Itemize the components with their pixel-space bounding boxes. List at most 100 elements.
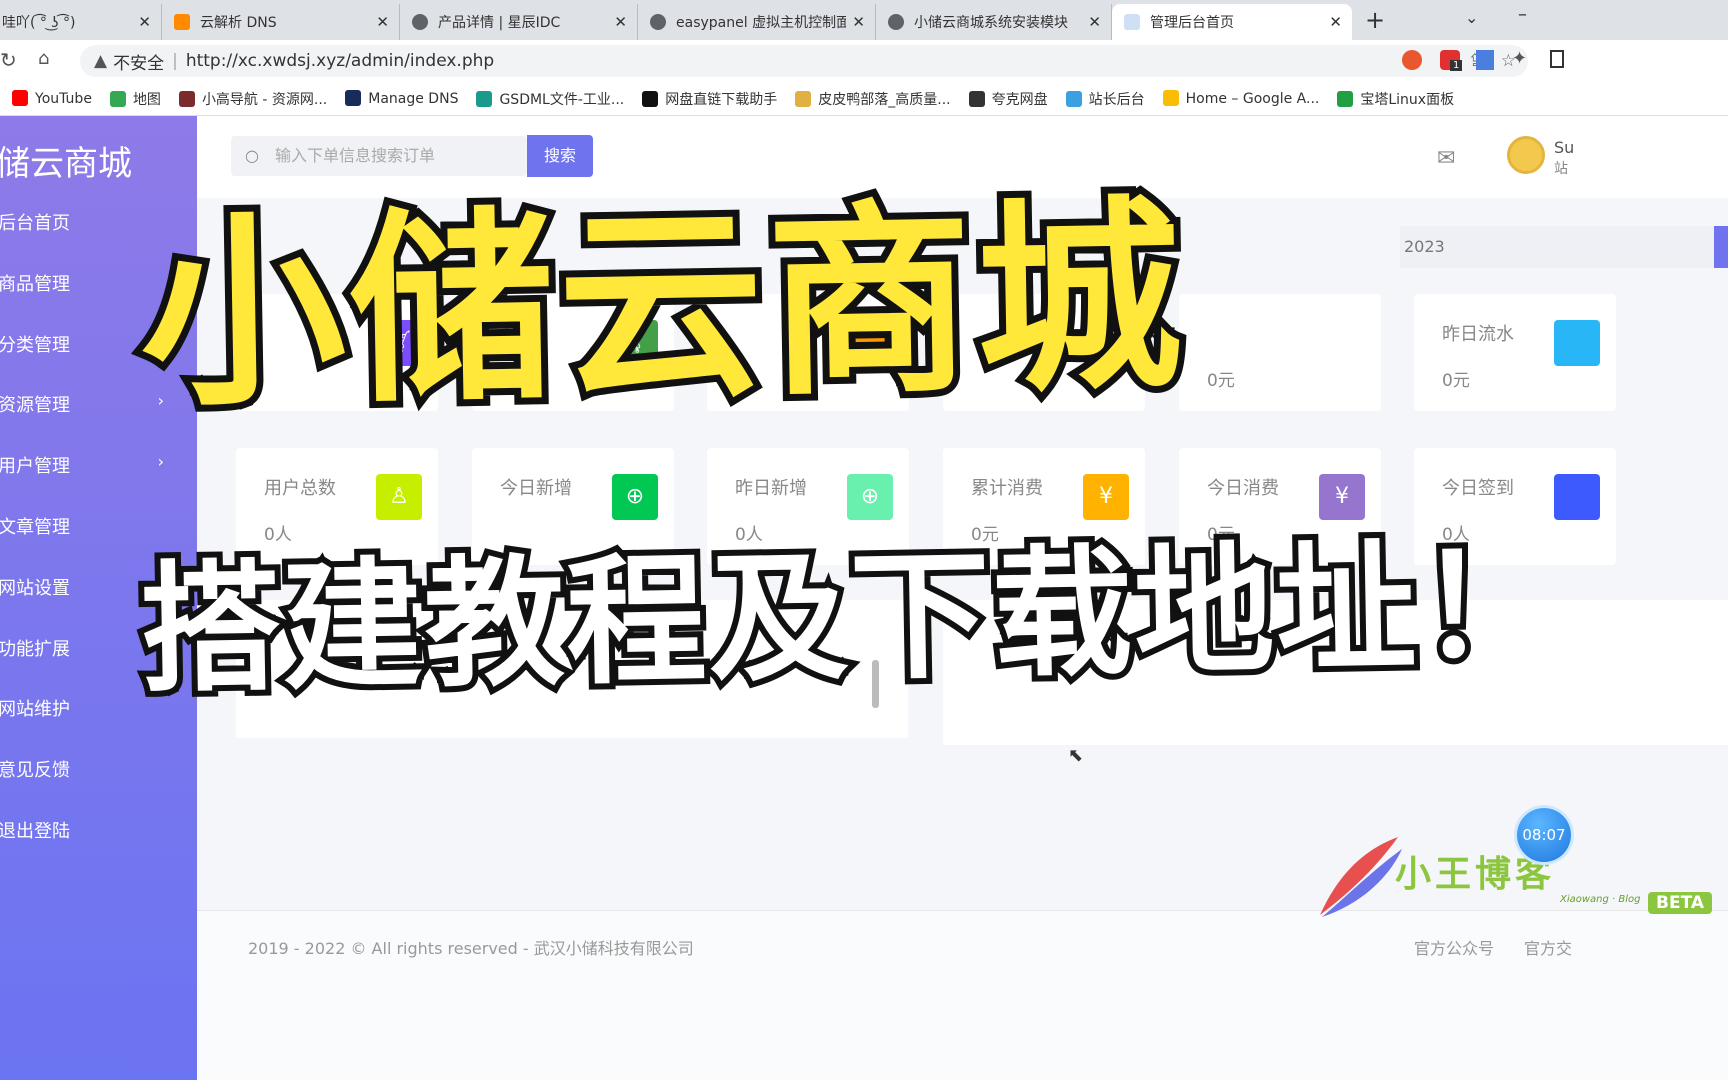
avatar[interactable] [1507, 136, 1545, 174]
tab[interactable]: 产品详情 | 星辰IDC ✕ [400, 4, 638, 40]
bookmark-label: YouTube [35, 91, 92, 107]
beta-badge: BETA [1648, 892, 1713, 914]
home-icon[interactable]: ⌂ [38, 48, 49, 69]
bookmark[interactable]: 宝塔Linux面板 [1337, 89, 1454, 109]
globe-icon [412, 14, 428, 30]
puzzle-icon[interactable]: ✦ [1512, 48, 1527, 69]
date-display: 2023 [1400, 226, 1728, 268]
sidebar-item-label: 文章管理 [0, 517, 70, 538]
sidebar-item-label: 退出登陆 [0, 821, 70, 842]
tab-title: 产品详情 | 星辰IDC [438, 15, 561, 31]
user-name[interactable]: Su [1554, 138, 1574, 157]
bookmark-label: Home – Google A... [1185, 91, 1320, 107]
stat-value: 0元 [1442, 371, 1470, 391]
bookmark[interactable]: YouTube [12, 90, 92, 107]
mail-icon[interactable]: ✉ [1437, 146, 1455, 171]
feather-logo-icon [1320, 837, 1402, 917]
bookmark-icon [12, 90, 28, 106]
sidebar-item-label: 用户管理 [0, 456, 70, 478]
copyright: 2019 - 2022 © All rights reserved - 武汉小储… [248, 939, 694, 958]
tab[interactable]: 云解析 DNS ✕ [162, 4, 400, 40]
tab[interactable]: easypanel 虚拟主机控制面 ✕ [638, 4, 876, 40]
bookmark-icon [178, 90, 195, 107]
close-icon[interactable]: ✕ [376, 13, 389, 31]
bookmark-icon [345, 90, 362, 106]
bookmark[interactable]: 站长后台 [1065, 89, 1145, 109]
sidebar-item-label: 功能扩展 [0, 638, 70, 660]
extension-badge: 1 [1450, 60, 1463, 71]
address-bar: ↻ ⌂ ▲ 不安全 | http://xc.xwdsj.xyz/admin/in… [0, 40, 1728, 82]
bookmark[interactable]: 地图 [109, 89, 161, 109]
globe-icon [650, 14, 666, 30]
reload-icon[interactable]: ↻ [0, 48, 17, 72]
sidebar-item-label: 意见反馈 [0, 760, 70, 782]
sidebar-item-label: 资源管理 [0, 395, 70, 417]
bookmark-label: 宝塔Linux面板 [1360, 91, 1455, 108]
bookmark-icon [476, 90, 493, 107]
close-icon[interactable]: ✕ [1329, 13, 1342, 31]
bookmark[interactable]: 夸克网盘 [968, 89, 1048, 109]
url-text: http://xc.xwdsj.xyz/admin/index.php [185, 51, 495, 71]
bookmarks-bar: YouTube 地图 小高导航 - 资源网... Manage DNS GSDML文件-… [0, 82, 1728, 116]
security-label[interactable]: 不安全 [113, 49, 164, 74]
sidebar-item[interactable]: 意见反馈 [0, 756, 178, 782]
clock-widget[interactable]: 08:07 [1517, 808, 1571, 862]
new-tab-button[interactable]: + [1365, 6, 1385, 34]
globe-icon [888, 14, 904, 30]
tab-title: 小储云商城系统安装模块 [914, 15, 1068, 31]
bookmark-label: Manage DNS [368, 91, 459, 107]
extension-icon[interactable]: 1 [1440, 50, 1463, 71]
warning-icon: ▲ [94, 51, 108, 71]
bookmark[interactable]: 小高导航 - 资源网... [178, 89, 328, 109]
footer: 2019 - 2022 © All rights reserved - 武汉小储… [197, 910, 1728, 1080]
tab-title: 管理后台首页 [1150, 15, 1234, 31]
sidebar-item-label: 网站维护 [0, 699, 70, 721]
bookmark-icon [968, 90, 985, 107]
date-button[interactable] [1714, 226, 1728, 268]
tab-title: 云解析 DNS [200, 15, 277, 31]
bookmark-icon [109, 90, 126, 107]
minimize-button[interactable]: – [1518, 4, 1527, 25]
footer-link[interactable]: 官方交 [1524, 935, 1572, 959]
date-text: 2023 [1404, 237, 1445, 256]
bookmark[interactable]: GSDML文件-工业... [476, 89, 624, 109]
tab-search-chevron-icon[interactable]: ⌄ [1465, 8, 1478, 27]
close-icon[interactable]: ✕ [1088, 13, 1101, 31]
stat-card: 0元 [1179, 294, 1381, 411]
sidebar-item-label: 网站设置 [0, 577, 70, 599]
bookmark[interactable]: 网盘直链下载助手 [642, 89, 777, 109]
stat-label: 昨日流水 [1442, 324, 1514, 345]
sidebar-item-label: 分类管理 [0, 334, 70, 356]
close-icon[interactable]: ✕ [138, 13, 151, 31]
close-icon[interactable]: ✕ [614, 13, 627, 31]
bookmark[interactable]: Manage DNS [345, 90, 458, 107]
close-icon[interactable]: ✕ [852, 13, 865, 31]
url-field[interactable]: ▲ 不安全 | http://xc.xwdsj.xyz/admin/index.… [80, 45, 1528, 77]
bookmark-icon [795, 90, 812, 107]
bookmark-label: 小高导航 - 资源网... [201, 91, 328, 108]
bookmark-label: 网盘直链下载助手 [665, 91, 778, 108]
stat-label: 累计消费 [971, 478, 1043, 499]
bookmark-label: 夸克网盘 [991, 91, 1048, 108]
bookmark[interactable]: Home – Google A... [1162, 90, 1320, 107]
watermark-sub: Xiaowang · Blog [1560, 894, 1641, 905]
side-panel-icon[interactable] [1550, 50, 1564, 68]
tab[interactable]: 小储云商城系统安装模块 ✕ [876, 4, 1112, 40]
chevron-right-icon: › [157, 452, 164, 472]
bookmark-icon [1162, 90, 1179, 106]
sidebar-item[interactable]: 退出登陆 [0, 817, 178, 843]
extension-icon[interactable] [1402, 50, 1422, 70]
sidebar-item-label: 后台首页 [0, 213, 70, 234]
sidebar-item[interactable]: 用户管理 › [0, 452, 178, 478]
bookmark-icon [642, 90, 659, 107]
logo: 储云商城 [0, 144, 132, 184]
bookmark[interactable]: 皮皮鸭部落_高质量... [795, 89, 951, 109]
footer-link[interactable]: 官方公众号 [1414, 935, 1494, 959]
overlay-title: 小储云商城 [131, 172, 1194, 442]
bookmark-label: 站长后台 [1088, 91, 1145, 108]
tab-active[interactable]: 管理后台首页 ✕ [1112, 4, 1352, 40]
stat-label: 昨日新增 [735, 478, 807, 499]
user-role: 站 [1554, 161, 1568, 177]
tab[interactable]: 哇吖( ͡° ͜ʖ ͡°) ✕ [0, 4, 162, 40]
translate-icon[interactable] [1476, 50, 1494, 70]
